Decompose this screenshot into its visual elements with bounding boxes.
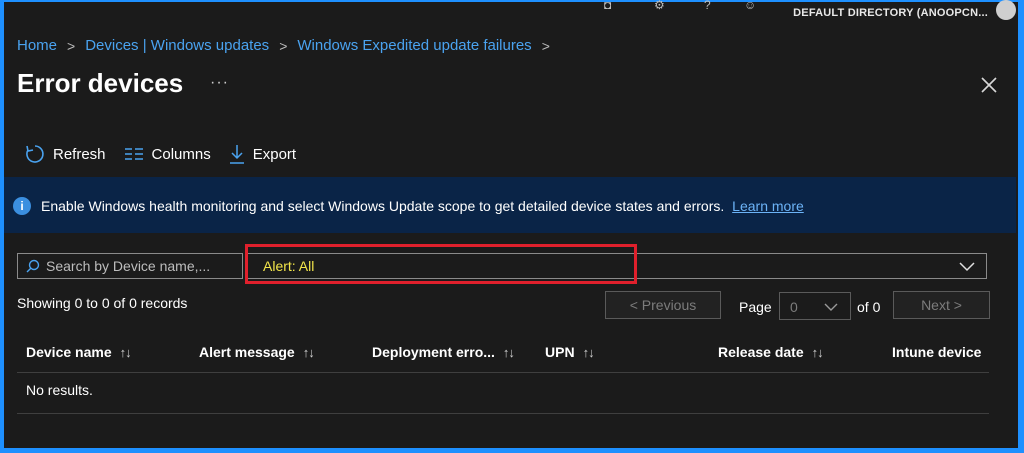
column-label: UPN: [545, 344, 575, 360]
page-total-label: of 0: [857, 299, 881, 315]
breadcrumb-home[interactable]: Home: [17, 37, 57, 54]
more-options-icon[interactable]: ···: [210, 74, 229, 92]
alert-filter-dropdown[interactable]: Alert: All: [247, 253, 987, 279]
column-label: Deployment erro...: [372, 344, 495, 360]
download-icon: [229, 145, 244, 164]
refresh-icon: [26, 145, 44, 163]
refresh-label: Refresh: [53, 145, 106, 163]
previous-button[interactable]: < Previous: [605, 291, 721, 319]
table-header: Device name ↑↓ Alert message ↑↓ Deployme…: [17, 334, 989, 373]
records-count: Showing 0 to 0 of 0 records: [17, 295, 188, 311]
alert-filter-value: Alert: All: [263, 258, 315, 274]
next-button[interactable]: Next >: [893, 291, 990, 319]
chevron-right-icon: >: [67, 37, 76, 54]
columns-label: Columns: [151, 145, 211, 163]
sort-icon[interactable]: ↑↓: [503, 345, 515, 360]
export-button[interactable]: Export: [229, 144, 296, 164]
column-intune-device[interactable]: Intune device: [892, 344, 981, 360]
column-label: Intune device: [892, 344, 982, 360]
banner-text: Enable Windows health monitoring and sel…: [41, 198, 725, 214]
chevron-down-icon: [959, 262, 975, 272]
info-banner: i Enable Windows health monitoring and s…: [4, 177, 1016, 233]
settings-icon[interactable]: ⚙: [654, 0, 665, 12]
column-device-name[interactable]: Device name ↑↓: [26, 344, 132, 360]
page-select[interactable]: 0: [779, 292, 851, 320]
feedback-icon[interactable]: ☺: [744, 0, 756, 12]
close-icon[interactable]: [978, 74, 1000, 96]
sort-icon[interactable]: ↑↓: [583, 345, 595, 360]
column-label: Release date: [718, 344, 804, 360]
column-alert-message[interactable]: Alert message ↑↓: [199, 344, 315, 360]
sort-icon[interactable]: ↑↓: [812, 345, 824, 360]
notification-icon[interactable]: ◘: [604, 0, 611, 12]
page-select-value: 0: [790, 299, 798, 315]
columns-icon: [124, 148, 143, 160]
table-row: No results.: [17, 373, 989, 414]
chevron-right-icon: >: [279, 37, 288, 54]
column-release-date[interactable]: Release date ↑↓: [718, 344, 824, 360]
info-icon: i: [13, 197, 31, 215]
page-label: Page: [739, 299, 772, 315]
learn-more-link[interactable]: Learn more: [732, 198, 804, 214]
breadcrumb-expedited-failures[interactable]: Windows Expedited update failures: [297, 37, 531, 54]
breadcrumb-windows-updates[interactable]: Devices | Windows updates: [85, 37, 269, 54]
help-icon[interactable]: ?: [704, 0, 711, 12]
banner-message: Enable Windows health monitoring and sel…: [41, 198, 804, 214]
column-label: Device name: [26, 344, 112, 360]
breadcrumb: Home > Devices | Windows updates > Windo…: [17, 37, 550, 54]
command-bar: Refresh Columns Export: [25, 144, 296, 164]
page-title: Error devices: [17, 68, 184, 98]
search-box[interactable]: [17, 253, 243, 279]
column-upn[interactable]: UPN ↑↓: [545, 344, 595, 360]
chevron-right-icon: >: [541, 37, 550, 54]
search-input[interactable]: [46, 258, 236, 274]
export-label: Export: [252, 145, 297, 163]
sort-icon[interactable]: ↑↓: [303, 345, 315, 360]
empty-state-text: No results.: [26, 382, 93, 398]
column-deployment-error[interactable]: Deployment erro... ↑↓: [372, 344, 515, 360]
chevron-down-icon: [824, 303, 838, 311]
columns-button[interactable]: Columns: [124, 146, 211, 163]
column-label: Alert message: [199, 344, 295, 360]
directory-name[interactable]: DEFAULT DIRECTORY (ANOOPCN...: [793, 7, 988, 19]
refresh-button[interactable]: Refresh: [25, 144, 106, 164]
top-bar: ◘ ⚙ ? ☺ DEFAULT DIRECTORY (ANOOPCN...: [4, 0, 1018, 24]
sort-icon[interactable]: ↑↓: [120, 345, 132, 360]
avatar[interactable]: [996, 0, 1016, 20]
search-icon: [26, 259, 40, 273]
